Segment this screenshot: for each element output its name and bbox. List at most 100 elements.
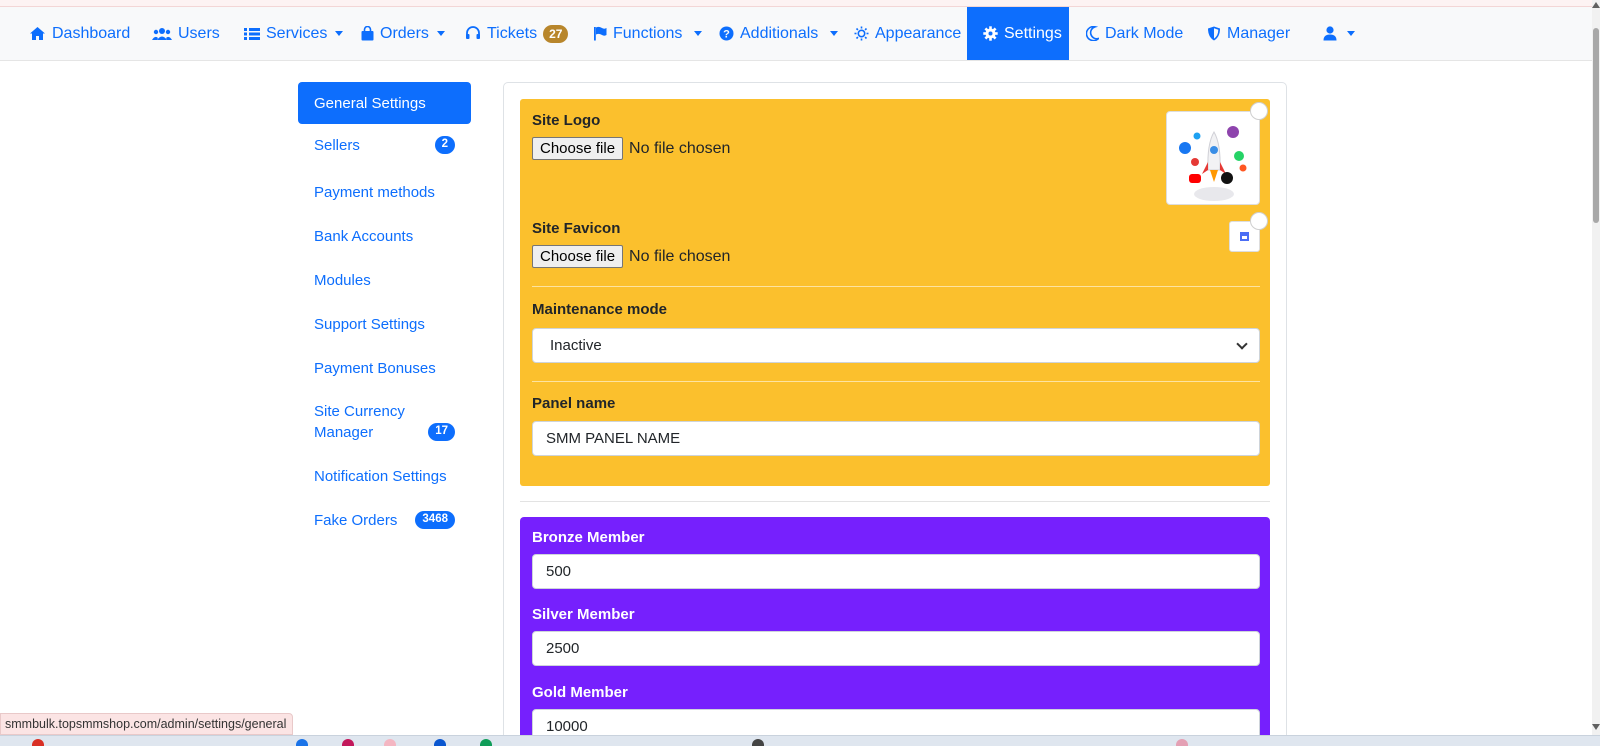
shopping-bag-icon: [361, 26, 374, 41]
nav-users[interactable]: Users: [136, 7, 236, 60]
sun-icon: [854, 26, 869, 41]
nav-services[interactable]: Services: [228, 7, 359, 60]
sidebar-item-general-settings[interactable]: General Settings: [298, 82, 471, 124]
sidebar-item-sellers[interactable]: Sellers 2: [298, 134, 471, 156]
chevron-down-icon: [1236, 337, 1248, 350]
sidebar-item-label: Fake Orders: [314, 511, 398, 529]
sidebar-item-label: Payment methods: [314, 183, 435, 201]
sidebar-item-payment-methods[interactable]: Payment methods: [298, 181, 471, 203]
sellers-count-badge: 2: [434, 136, 455, 154]
membership-levels-panel: Bronze Member 500 Silver Member 2500 Gol…: [520, 517, 1270, 746]
chevron-down-icon: [436, 31, 445, 36]
nav-tickets[interactable]: Tickets 27: [449, 7, 584, 60]
bronze-member-input[interactable]: 500: [532, 554, 1260, 589]
sidebar-item-label: General Settings: [314, 94, 426, 112]
nav-additionals-label: Additionals: [740, 24, 819, 42]
settings-card: Site Logo Choose file No file chosen Sit…: [503, 82, 1287, 746]
sidebar-item-site-currency-manager[interactable]: Site Currency Manager 17: [298, 400, 471, 444]
favicon-remove-radio[interactable]: [1250, 212, 1268, 230]
bronze-member-value: 500: [546, 563, 572, 580]
divider: [532, 286, 1260, 287]
sidebar-item-modules[interactable]: Modules: [298, 269, 471, 291]
chevron-down-icon: [1347, 31, 1355, 36]
site-logo-label: Site Logo: [532, 112, 601, 129]
maintenance-mode-label: Maintenance mode: [532, 301, 668, 318]
shield-icon: [1207, 26, 1221, 41]
sidebar-item-payment-bonuses[interactable]: Payment Bonuses: [298, 357, 471, 379]
nav-user-menu[interactable]: [1307, 7, 1371, 60]
question-circle-icon: ?: [719, 26, 734, 41]
nav-users-label: Users: [178, 24, 220, 42]
site-logo-file-input: Choose file No file chosen: [532, 137, 730, 160]
users-icon: [152, 27, 172, 41]
nav-orders-label: Orders: [380, 24, 429, 42]
currency-count-badge: 17: [428, 423, 455, 441]
user-icon: [1323, 26, 1337, 41]
nav-additionals[interactable]: ? Additionals: [703, 7, 854, 60]
choose-logo-file-button[interactable]: Choose file: [532, 137, 624, 160]
taskbar-app-icon[interactable]: [384, 739, 396, 746]
sidebar-item-support-settings[interactable]: Support Settings: [298, 313, 471, 335]
sidebar-item-label: Payment Bonuses: [314, 359, 436, 377]
nav-dashboard-label: Dashboard: [52, 24, 131, 42]
nav-settings-label: Settings: [1004, 24, 1062, 42]
choose-favicon-file-button[interactable]: Choose file: [532, 245, 624, 268]
panel-name-value: SMM PANEL NAME: [546, 430, 681, 447]
svg-text:?: ?: [723, 29, 730, 41]
fake-orders-count-badge: 3468: [415, 511, 455, 529]
nav-dark-mode-label: Dark Mode: [1105, 24, 1184, 42]
top-navbar: Dashboard Users Services Orders Tickets …: [0, 7, 1592, 61]
scroll-up-arrow-icon[interactable]: [1592, 2, 1600, 8]
nav-orders[interactable]: Orders: [345, 7, 461, 60]
flag-icon: [593, 26, 607, 41]
sidebar-item-label: Notification Settings: [314, 467, 447, 485]
sidebar-item-bank-accounts[interactable]: Bank Accounts: [298, 225, 471, 247]
logo-no-file-text: No file chosen: [629, 139, 731, 157]
nav-manager[interactable]: Manager: [1191, 7, 1306, 60]
sidebar-item-label: Sellers: [314, 136, 360, 154]
taskbar-app-icon[interactable]: [342, 739, 354, 746]
scroll-down-arrow-icon[interactable]: [1592, 724, 1600, 730]
chevron-down-icon: [335, 31, 344, 36]
sidebar-item-label: Support Settings: [314, 315, 425, 333]
maintenance-mode-value: Inactive: [550, 337, 602, 354]
nav-manager-label: Manager: [1227, 24, 1291, 42]
link-status-url: smmbulk.topsmmshop.com/admin/settings/ge…: [0, 713, 294, 735]
nav-appearance[interactable]: Appearance: [838, 7, 977, 60]
sidebar-item-notification-settings[interactable]: Notification Settings: [298, 465, 471, 487]
general-settings-panel: Site Logo Choose file No file chosen Sit…: [520, 99, 1270, 486]
silver-member-label: Silver Member: [532, 606, 635, 623]
panel-name-input[interactable]: SMM PANEL NAME: [532, 421, 1260, 456]
taskbar-app-icon[interactable]: [1176, 739, 1188, 746]
nav-dashboard[interactable]: Dashboard: [13, 7, 146, 60]
nav-functions-label: Functions: [613, 24, 683, 42]
gold-member-value: 10000: [546, 718, 588, 735]
section-divider: [520, 501, 1270, 502]
taskbar-app-icon[interactable]: [434, 739, 446, 746]
silver-member-input[interactable]: 2500: [532, 631, 1260, 666]
logo-remove-radio[interactable]: [1250, 102, 1268, 120]
nav-functions[interactable]: Functions: [577, 7, 718, 60]
gear-icon: [983, 26, 998, 41]
taskbar-app-icon[interactable]: [32, 739, 44, 746]
sidebar-item-fake-orders[interactable]: Fake Orders 3468: [298, 509, 471, 531]
list-icon: [244, 27, 260, 41]
favicon-no-file-text: No file chosen: [629, 247, 731, 265]
os-taskbar: [0, 735, 1600, 746]
nav-dark-mode[interactable]: Dark Mode: [1070, 7, 1199, 60]
taskbar-app-icon[interactable]: [296, 739, 308, 746]
taskbar-app-icon[interactable]: [480, 739, 492, 746]
nav-settings[interactable]: Settings: [967, 7, 1069, 60]
maintenance-mode-select[interactable]: Inactive: [532, 328, 1260, 363]
site-favicon-file-input: Choose file No file chosen: [532, 245, 730, 268]
sidebar-item-label: Site Currency Manager: [314, 403, 405, 441]
sidebar-item-label: Modules: [314, 271, 371, 289]
panel-name-label: Panel name: [532, 395, 616, 412]
sidebar-item-label: Bank Accounts: [314, 227, 414, 245]
page-scrollbar[interactable]: [1592, 0, 1600, 746]
taskbar-app-icon[interactable]: [752, 739, 764, 746]
nav-services-label: Services: [266, 24, 328, 42]
nav-tickets-label: Tickets: [487, 24, 538, 42]
scroll-thumb[interactable]: [1593, 28, 1599, 223]
site-favicon-label: Site Favicon: [532, 220, 621, 237]
